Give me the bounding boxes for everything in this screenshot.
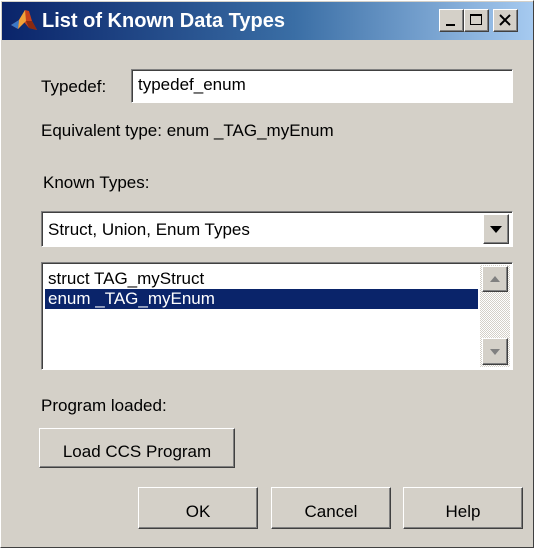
help-button-label: Help bbox=[445, 502, 481, 521]
close-icon bbox=[499, 14, 511, 26]
matlab-logo-icon bbox=[10, 8, 38, 34]
cancel-button[interactable]: Cancel bbox=[271, 487, 391, 529]
minimize-icon bbox=[446, 24, 455, 26]
arrow-up-icon bbox=[490, 276, 500, 282]
arrow-down-icon bbox=[490, 349, 500, 355]
equivalent-type-text: Equivalent type: enum _TAG_myEnum bbox=[41, 121, 334, 140]
list-scrollbar[interactable] bbox=[480, 265, 510, 367]
typedef-label: Typedef: bbox=[41, 77, 107, 96]
close-button[interactable] bbox=[493, 9, 518, 32]
window-title: List of Known Data Types bbox=[42, 10, 285, 32]
load-ccs-program-label: Load CCS Program bbox=[62, 442, 212, 461]
maximize-icon bbox=[470, 14, 482, 25]
title-bar[interactable]: List of Known Data Types bbox=[2, 2, 533, 40]
list-item-selected[interactable]: enum _TAG_myEnum bbox=[45, 289, 478, 309]
program-loaded-label: Program loaded: bbox=[41, 396, 167, 415]
minimize-button[interactable] bbox=[439, 9, 464, 32]
scroll-up-button[interactable] bbox=[482, 266, 508, 292]
maximize-button[interactable] bbox=[464, 9, 489, 32]
chevron-down-icon bbox=[490, 226, 502, 233]
typedef-input[interactable]: typedef_enum bbox=[131, 69, 513, 103]
known-types-label: Known Types: bbox=[43, 173, 150, 192]
list-item[interactable]: struct TAG_myStruct bbox=[45, 269, 478, 289]
ok-button[interactable]: OK bbox=[138, 487, 258, 529]
ok-button-label: OK bbox=[185, 502, 211, 521]
cancel-button-label: Cancel bbox=[304, 502, 358, 521]
scroll-down-button[interactable] bbox=[482, 338, 508, 365]
dropdown-arrow-button[interactable] bbox=[483, 214, 509, 244]
load-ccs-program-button[interactable]: Load CCS Program bbox=[39, 428, 235, 468]
help-button[interactable]: Help bbox=[403, 487, 523, 529]
dialog-window: List of Known Data Types Typedef: typede… bbox=[0, 0, 534, 548]
known-types-list[interactable]: struct TAG_myStruct enum _TAG_myEnum bbox=[41, 262, 513, 370]
known-types-dropdown-value: Struct, Union, Enum Types bbox=[48, 220, 250, 239]
known-types-dropdown[interactable]: Struct, Union, Enum Types bbox=[41, 211, 513, 247]
